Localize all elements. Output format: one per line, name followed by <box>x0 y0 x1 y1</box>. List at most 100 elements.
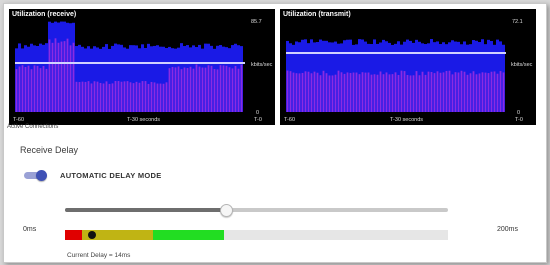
receive-x-label-end: T-0 <box>254 117 262 123</box>
purple-utilization-bar <box>418 75 421 112</box>
delay-max-label: 200ms <box>497 226 519 233</box>
purple-utilization-bar <box>132 83 135 112</box>
purple-utilization-bar <box>213 69 216 112</box>
purple-utilization-bar <box>126 81 129 112</box>
purple-utilization-bar <box>21 65 24 112</box>
purple-utilization-bar <box>117 81 120 112</box>
purple-utilization-bar <box>156 83 159 112</box>
purple-utilization-bar <box>316 72 319 112</box>
purple-utilization-bar <box>439 72 442 112</box>
purple-utilization-bar <box>292 72 295 112</box>
purple-utilization-bar <box>421 71 424 112</box>
purple-utilization-bar <box>240 64 243 112</box>
purple-utilization-bar <box>319 75 322 112</box>
purple-utilization-bar <box>30 69 33 112</box>
purple-utilization-bar <box>231 68 234 112</box>
delay-slider[interactable] <box>65 204 448 217</box>
purple-utilization-bar <box>394 72 397 112</box>
purple-utilization-bar <box>463 71 466 112</box>
transmit-y-min-label: 0 <box>517 110 521 116</box>
receive-unit-label: kbits/sec <box>251 62 273 68</box>
delay-level-bar <box>65 230 448 240</box>
purple-utilization-bar <box>129 82 132 112</box>
purple-utilization-bar <box>295 73 298 112</box>
purple-utilization-bar <box>159 83 162 112</box>
purple-utilization-bar <box>195 64 198 112</box>
purple-utilization-bar <box>424 74 427 112</box>
delay-slider-thumb[interactable] <box>219 204 233 217</box>
purple-utilization-bar <box>331 75 334 112</box>
receive-y-min-label: 0 <box>256 110 260 116</box>
purple-utilization-bar <box>478 73 481 112</box>
purple-utilization-bar <box>204 67 207 112</box>
purple-utilization-bar <box>108 83 111 112</box>
transmit-utilization-chart <box>286 39 506 113</box>
purple-utilization-bar <box>141 81 144 112</box>
purple-utilization-bar <box>430 71 433 112</box>
receive-delay-title: Receive Delay <box>20 145 79 155</box>
purple-utilization-bar <box>400 70 403 112</box>
purple-utilization-bar <box>475 74 478 112</box>
purple-utilization-bar <box>36 65 39 112</box>
purple-utilization-bar <box>460 70 463 112</box>
purple-utilization-bar <box>120 81 123 112</box>
purple-utilization-bar <box>111 83 114 112</box>
purple-utilization-bar <box>415 71 418 112</box>
purple-utilization-bar <box>472 71 475 112</box>
purple-utilization-bar <box>51 42 54 112</box>
receive-panel-title: Utilization (receive) <box>12 11 77 18</box>
receive-utilization-panel: Utilization (receive) 85.7 kbits/sec 0 T… <box>9 9 275 125</box>
purple-utilization-bar <box>63 41 66 113</box>
purple-utilization-bar <box>382 74 385 112</box>
purple-utilization-bar <box>373 74 376 112</box>
purple-utilization-bar <box>358 74 361 112</box>
purple-utilization-bar <box>27 65 30 112</box>
purple-utilization-bar <box>135 81 138 112</box>
purple-utilization-bar <box>457 72 460 112</box>
purple-utilization-bar <box>84 81 87 112</box>
purple-utilization-bar <box>24 67 27 112</box>
receive-y-max-label: 85.7 <box>251 19 262 25</box>
purple-utilization-bar <box>427 71 430 112</box>
transmit-utilization-panel: Utilization (transmit) 72.1 kbits/sec 0 … <box>280 9 536 125</box>
receive-x-label-start: T-60 <box>13 117 25 123</box>
purple-utilization-bar <box>433 73 436 112</box>
purple-utilization-bar <box>454 72 457 112</box>
purple-utilization-bar <box>442 72 445 112</box>
active-connections-link[interactable]: Active Connections <box>7 124 58 130</box>
purple-utilization-bar <box>180 69 183 112</box>
purple-utilization-bar <box>310 73 313 112</box>
purple-utilization-bar <box>219 65 222 112</box>
purple-utilization-bar <box>168 68 171 112</box>
transmit-y-max-label: 72.1 <box>512 19 523 25</box>
purple-utilization-bar <box>355 72 358 112</box>
receive-x-label-mid: T-30 seconds <box>127 117 161 123</box>
automatic-delay-toggle[interactable] <box>22 170 48 181</box>
delay-slider-fill <box>65 208 226 212</box>
purple-utilization-bar <box>72 42 75 113</box>
purple-utilization-bar <box>96 81 99 112</box>
purple-utilization-bar <box>210 65 213 112</box>
purple-utilization-bar <box>102 83 105 112</box>
purple-utilization-bar <box>385 72 388 112</box>
purple-utilization-bar <box>466 74 469 112</box>
purple-utilization-bar <box>367 72 370 112</box>
purple-utilization-bar <box>403 71 406 112</box>
purple-utilization-bar <box>469 73 472 112</box>
purple-utilization-bar <box>484 72 487 112</box>
purple-utilization-bar <box>328 75 331 112</box>
purple-utilization-bar <box>298 73 301 112</box>
purple-utilization-bar <box>99 82 102 112</box>
purple-utilization-bar <box>364 72 367 112</box>
purple-utilization-bar <box>90 83 93 112</box>
purple-utilization-bar <box>54 38 57 112</box>
purple-utilization-bar <box>322 70 325 112</box>
transmit-x-label-start: T-60 <box>284 117 296 123</box>
purple-utilization-bar <box>201 67 204 112</box>
purple-utilization-bar <box>349 72 352 112</box>
network-monitor-frame: Utilization (receive) 85.7 kbits/sec 0 T… <box>3 3 547 263</box>
purple-utilization-bar <box>379 71 382 112</box>
purple-utilization-bar <box>499 71 502 112</box>
purple-utilization-bar <box>502 72 505 112</box>
purple-utilization-bar <box>45 68 48 112</box>
